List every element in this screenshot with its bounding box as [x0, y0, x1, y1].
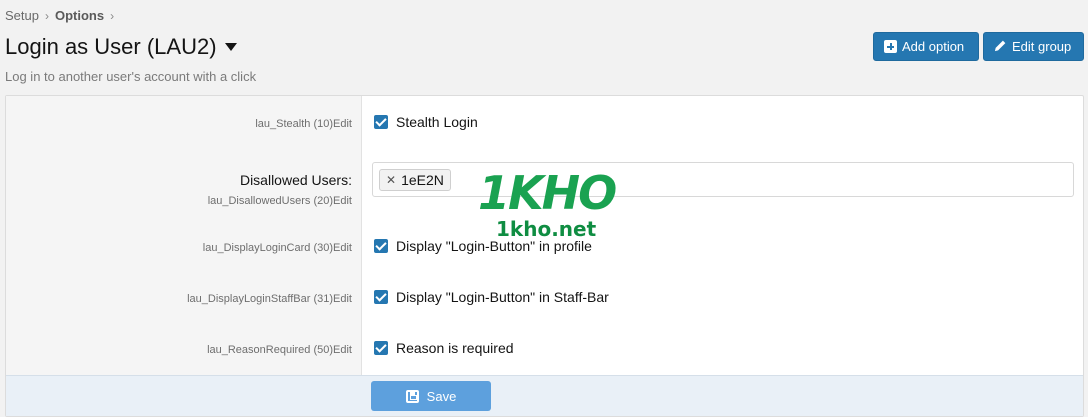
- checkbox-label: Display "Login-Button" in Staff-Bar: [396, 289, 609, 305]
- floppy-disk-icon: [405, 389, 419, 403]
- add-option-label: Add option: [902, 39, 965, 54]
- edit-link[interactable]: Edit: [333, 242, 352, 254]
- disallowed-users-input[interactable]: ✕ 1eE2N: [372, 162, 1074, 197]
- checkbox-checked-icon[interactable]: [374, 115, 388, 129]
- form-footer: Save: [6, 375, 1083, 416]
- save-button[interactable]: Save: [371, 381, 491, 411]
- checkbox-checked-icon[interactable]: [374, 239, 388, 253]
- plus-square-icon: [884, 40, 897, 53]
- option-key: lau_DisplayLoginStaffBar (31)Edit: [187, 293, 352, 305]
- chevron-right-icon: ›: [44, 8, 49, 23]
- field-label: Disallowed Users:: [239, 172, 352, 188]
- display-login-card-checkbox[interactable]: Display "Login-Button" in profile: [374, 238, 592, 254]
- user-token[interactable]: ✕ 1eE2N: [379, 169, 451, 191]
- breadcrumb-options[interactable]: Options: [55, 8, 104, 23]
- page-description: Log in to another user's account with a …: [5, 69, 257, 84]
- option-label-block: Disallowed Users: lau_DisallowedUsers (2…: [207, 172, 352, 207]
- caret-down-icon[interactable]: [224, 43, 237, 51]
- breadcrumb: Setup › Options ›: [5, 8, 120, 23]
- token-label: 1eE2N: [401, 172, 444, 188]
- reason-required-checkbox[interactable]: Reason is required: [374, 340, 514, 356]
- edit-group-label: Edit group: [1012, 39, 1072, 54]
- breadcrumb-setup[interactable]: Setup: [5, 8, 39, 23]
- add-option-button[interactable]: Add option: [873, 32, 979, 61]
- options-panel: lau_Stealth (10)Edit Stealth Login Disal…: [5, 95, 1084, 417]
- label-column: [6, 96, 362, 375]
- checkbox-checked-icon[interactable]: [374, 290, 388, 304]
- checkbox-checked-icon[interactable]: [374, 341, 388, 355]
- close-icon[interactable]: ✕: [386, 173, 396, 187]
- edit-link[interactable]: Edit: [333, 293, 352, 305]
- edit-link[interactable]: Edit: [333, 118, 352, 130]
- option-key: lau_ReasonRequired (50)Edit: [207, 344, 352, 356]
- display-login-staffbar-checkbox[interactable]: Display "Login-Button" in Staff-Bar: [374, 289, 609, 305]
- page-title: Login as User (LAU2): [5, 34, 217, 59]
- edit-link[interactable]: Edit: [333, 344, 352, 356]
- save-label: Save: [426, 388, 457, 404]
- stealth-login-checkbox[interactable]: Stealth Login: [374, 114, 478, 130]
- option-key: lau_Stealth (10)Edit: [255, 118, 352, 130]
- option-key: lau_DisplayLoginCard (30)Edit: [202, 242, 352, 254]
- edit-link[interactable]: Edit: [333, 195, 352, 207]
- pencil-icon: [994, 39, 1007, 55]
- chevron-right-icon: ›: [110, 8, 115, 23]
- title-row: Login as User (LAU2): [5, 34, 237, 60]
- checkbox-label: Reason is required: [396, 340, 514, 356]
- edit-group-button[interactable]: Edit group: [983, 32, 1084, 61]
- checkbox-label: Stealth Login: [396, 114, 478, 130]
- checkbox-label: Display "Login-Button" in profile: [396, 238, 592, 254]
